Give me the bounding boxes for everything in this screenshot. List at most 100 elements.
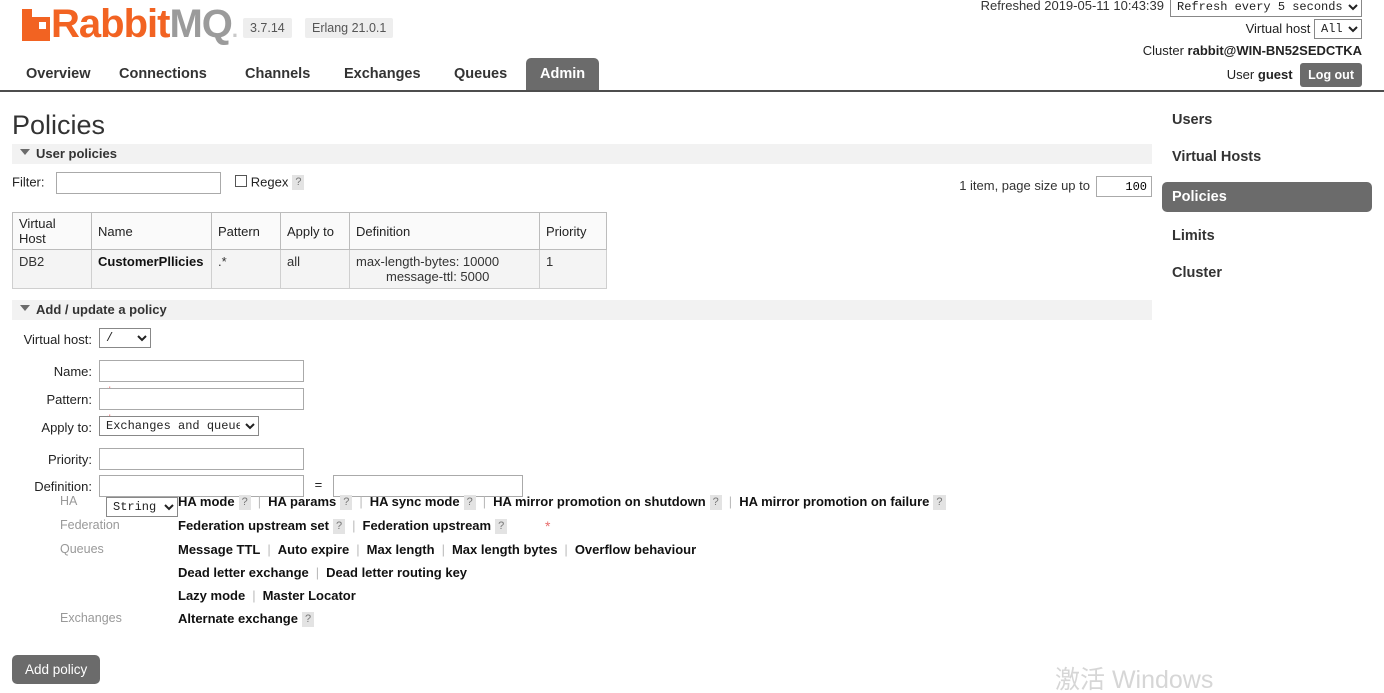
separator: | — [359, 494, 363, 509]
cell-name[interactable]: CustomerPllicies — [91, 249, 212, 289]
pager-text: 1 item, page size up to — [959, 177, 1090, 193]
option-federation-upstream[interactable]: Federation upstream — [363, 518, 492, 533]
priority-input[interactable] — [99, 448, 304, 470]
help-icon[interactable]: ? — [301, 612, 315, 627]
column-definition[interactable]: Definition — [349, 212, 540, 250]
separator: | — [267, 542, 271, 557]
add-policy-section-title: Add / update a policy — [36, 302, 167, 317]
option-group-label: Federation — [60, 518, 120, 532]
tab-queues[interactable]: Queues — [440, 58, 521, 90]
column-apply-to[interactable]: Apply to — [280, 212, 350, 250]
option-max-length[interactable]: Max length — [367, 542, 435, 557]
add-policy-button[interactable]: Add policy — [12, 655, 101, 684]
vhost-row: Virtual host All — [981, 19, 1362, 40]
option-auto-expire[interactable]: Auto expire — [278, 542, 350, 557]
column-name[interactable]: Name — [91, 212, 212, 250]
pattern-input[interactable] — [99, 388, 304, 410]
separator: | — [482, 494, 487, 509]
option-group-items: Alternate exchange? — [178, 607, 946, 630]
help-icon[interactable]: ? — [463, 495, 476, 510]
option-line: Alternate exchange? — [178, 607, 946, 630]
filter-row: Filter: Regex? — [12, 172, 305, 194]
logo-dot: . — [231, 17, 238, 42]
tab-admin[interactable]: Admin — [526, 58, 600, 90]
option-group-label: HA — [60, 494, 78, 508]
option-max-length-bytes[interactable]: Max length bytes — [452, 542, 557, 557]
option-ha-params[interactable]: HA params — [268, 494, 336, 509]
help-icon[interactable]: ? — [933, 495, 946, 510]
page-size-input[interactable] — [1096, 176, 1152, 197]
option-master-locator[interactable]: Master Locator — [263, 588, 356, 603]
option-line: Lazy mode | Master Locator — [178, 584, 946, 607]
windows-activation-watermark: 激活 Windows — [1055, 666, 1214, 693]
cell-definition: max-length-bytes: 10000 message-ttl: 500… — [349, 249, 540, 289]
sidebar-item-policies[interactable]: Policies — [1162, 182, 1372, 212]
separator: | — [356, 542, 360, 557]
option-lazy-mode[interactable]: Lazy mode — [178, 588, 245, 603]
help-icon[interactable]: ? — [333, 519, 346, 534]
help-icon[interactable]: ? — [495, 519, 508, 534]
tab-overview[interactable]: Overview — [12, 58, 105, 90]
policies-table: Virtual Host Name Pattern Apply to Defin… — [12, 212, 607, 289]
pager: 1 item, page size up to — [959, 176, 1152, 197]
refreshed-timestamp: Refreshed 2019-05-11 10:43:39 — [980, 0, 1164, 13]
regex-checkbox[interactable] — [234, 175, 247, 188]
column-priority[interactable]: Priority — [539, 212, 607, 250]
help-icon[interactable]: ? — [709, 495, 722, 510]
option-group-federation: Federation Federation upstream set? | Feder… — [0, 514, 946, 538]
option-dead-letter-exchange[interactable]: Dead letter exchange — [178, 565, 309, 580]
filter-input[interactable] — [56, 172, 222, 194]
refresh-row: Refreshed 2019-05-11 10:43:39 Refresh eve… — [981, 0, 1362, 17]
table-row[interactable]: DB2 CustomerPllicies .* all max-length-b… — [12, 249, 607, 289]
cell-priority: 1 — [539, 249, 607, 289]
option-group-ha: HA HA mode? | HA params? | HA sync mode? | HA m… — [0, 490, 946, 514]
add-policy-section-header[interactable]: Add / update a policy — [12, 300, 1152, 320]
column-virtual-host[interactable]: Virtual Host — [12, 212, 92, 250]
separator: | — [352, 518, 356, 533]
sidebar-item-limits[interactable]: Limits — [1162, 224, 1372, 249]
sidebar-item-users[interactable]: Users — [1162, 108, 1372, 133]
sidebar-item-cluster[interactable]: Cluster — [1162, 261, 1372, 286]
option-group-items: HA mode? | HA params? | HA sync mode? | HA mir… — [178, 490, 946, 513]
name-field-label: Name: — [53, 364, 92, 379]
vhost-field-select[interactable]: / — [99, 328, 151, 348]
separator: | — [728, 494, 733, 509]
apply-to-field-label: Apply to: — [41, 420, 92, 435]
option-ha-mode[interactable]: HA mode — [178, 494, 235, 509]
cell-virtual-host: DB2 — [12, 249, 92, 289]
option-alternate-exchange[interactable]: Alternate exchange — [178, 611, 298, 626]
separator: | — [257, 494, 262, 509]
regex-help-icon[interactable]: ? — [292, 175, 305, 191]
option-federation-upstream-set[interactable]: Federation upstream set — [178, 518, 329, 533]
option-group-label: Queues — [60, 542, 104, 556]
column-pattern[interactable]: Pattern — [211, 212, 281, 250]
option-dead-letter-routing-key[interactable]: Dead letter routing key — [326, 565, 467, 580]
separator: | — [315, 565, 320, 580]
vhost-select[interactable]: All — [1314, 19, 1362, 40]
help-icon[interactable]: ? — [238, 495, 251, 510]
apply-to-select[interactable]: Exchanges and queues — [99, 416, 259, 436]
version-badge: 3.7.14 — [243, 18, 292, 38]
definition-shortcut-groups: HA HA mode? | HA params? | HA sync mode? | HA m… — [0, 490, 946, 631]
cluster-name: rabbit@WIN-BN52SEDCTKA — [1187, 43, 1362, 59]
option-ha-mirror-promotion-on-failure[interactable]: HA mirror promotion on failure — [739, 494, 929, 509]
admin-sidebar: Users Virtual Hosts Policies Limits Cluster — [1162, 108, 1372, 298]
tab-connections[interactable]: Connections — [105, 58, 221, 90]
name-input[interactable] — [99, 360, 304, 382]
separator: | — [564, 542, 568, 557]
main-navigation-tabs: Overview Connections Channels Exchanges Queu… — [0, 58, 1384, 92]
option-ha-sync-mode[interactable]: HA sync mode — [370, 494, 460, 509]
option-ha-mirror-promotion-on-shutdown[interactable]: HA mirror promotion on shutdown — [493, 494, 706, 509]
user-policies-section-header[interactable]: User policies — [12, 144, 1152, 164]
regex-label: Regex — [250, 174, 289, 190]
option-message-ttl[interactable]: Message TTL — [178, 542, 260, 557]
option-overflow-behaviour[interactable]: Overflow behaviour — [575, 542, 696, 557]
help-icon[interactable]: ? — [340, 495, 353, 510]
refresh-interval-select[interactable]: Refresh every 5 seconds — [1170, 0, 1362, 17]
collapse-triangle-icon — [20, 149, 30, 155]
sidebar-item-virtual-hosts[interactable]: Virtual Hosts — [1162, 145, 1372, 170]
tab-channels[interactable]: Channels — [231, 58, 324, 90]
option-group-exchanges: Exchanges Alternate exchange? — [0, 607, 946, 631]
collapse-triangle-icon — [20, 305, 30, 311]
tab-exchanges[interactable]: Exchanges — [330, 58, 435, 90]
